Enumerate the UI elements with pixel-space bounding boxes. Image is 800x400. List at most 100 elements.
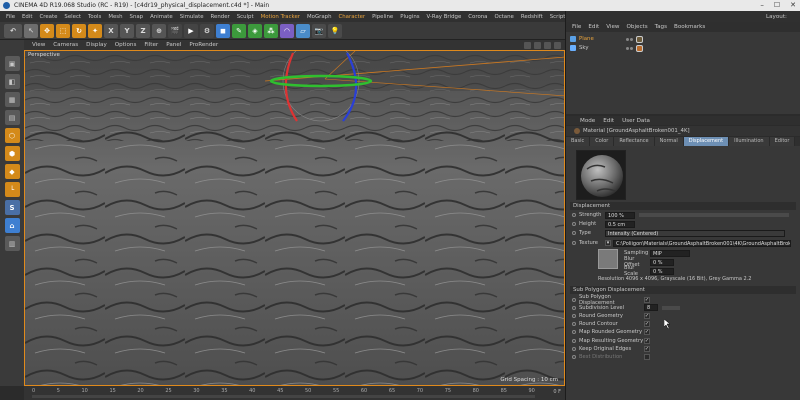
checkbox[interactable]: ✓ xyxy=(644,329,650,336)
array-icon[interactable]: ⁂ xyxy=(264,23,278,38)
viewport-menu-view[interactable]: View xyxy=(32,42,45,48)
sampling-dropdown[interactable]: MIP xyxy=(650,249,690,257)
tab-normal[interactable]: Normal xyxy=(654,137,684,146)
height-field[interactable]: Height 0.5 cm xyxy=(572,220,635,228)
render-settings-icon[interactable]: ⚙ xyxy=(200,23,214,38)
workplane-lock-icon[interactable]: ⌂ xyxy=(4,218,20,233)
z-axis-lock-icon[interactable]: Z xyxy=(136,23,150,38)
subpoly-row-round-geometry[interactable]: Round Geometry ✓ xyxy=(572,312,650,319)
polygons-mode-icon[interactable]: ◆ xyxy=(4,164,20,179)
light-icon[interactable]: 💡 xyxy=(328,23,342,38)
blur-scale-value[interactable]: 0 % xyxy=(650,267,674,275)
tab-displacement[interactable]: Displacement xyxy=(683,137,730,146)
texture-menu-icon[interactable]: ▾ xyxy=(605,240,611,246)
menu-item-snap[interactable]: Snap xyxy=(130,14,144,20)
menu-item-mograph[interactable]: MoGraph xyxy=(307,14,331,20)
objmgr-menu-objects[interactable]: Objects xyxy=(627,24,648,30)
subpoly-row-map-rounded-geometry[interactable]: Map Rounded Geometry ✓ xyxy=(572,329,650,336)
viewport-menu-filter[interactable]: Filter xyxy=(144,42,158,48)
object-row-sky[interactable]: Sky xyxy=(570,44,643,52)
attr-menu-edit[interactable]: Edit xyxy=(603,118,614,124)
scale-tool-icon[interactable]: ⬚ xyxy=(56,23,70,38)
menu-item-edit[interactable]: Edit xyxy=(22,14,32,20)
menu-item-script[interactable]: Script xyxy=(550,14,566,20)
objmgr-menu-edit[interactable]: Edit xyxy=(588,24,599,30)
subpoly-row-sub-polygon-displacement[interactable]: Sub Polygon Displacement ✓ xyxy=(572,294,650,306)
camera-icon[interactable]: 📷 xyxy=(312,23,326,38)
checkbox[interactable]: ✓ xyxy=(644,312,650,319)
viewport-menu-cameras[interactable]: Cameras xyxy=(53,42,78,48)
subpoly-row-keep-original-edges[interactable]: Keep Original Edges ✓ xyxy=(572,345,650,352)
menu-item-octane[interactable]: Octane xyxy=(494,14,513,20)
subpoly-row-round-contour[interactable]: Round Contour ✓ xyxy=(572,321,650,328)
coordinate-system-icon[interactable]: ⊕ xyxy=(152,23,166,38)
menu-item-simulate[interactable]: Simulate xyxy=(180,14,204,20)
x-axis-lock-icon[interactable]: X xyxy=(104,23,118,38)
close-icon[interactable]: ✕ xyxy=(790,0,796,11)
strength-slider[interactable] xyxy=(639,213,789,217)
strength-field[interactable]: Strength 100 % xyxy=(572,211,789,219)
checkbox[interactable]: ✓ xyxy=(644,296,650,303)
tab-illumination[interactable]: Illumination xyxy=(729,137,770,146)
type-dropdown[interactable]: Intensity (Centered) xyxy=(605,229,785,237)
cube-primitive-icon[interactable]: ◼ xyxy=(216,23,230,38)
solo-icon[interactable]: ▥ xyxy=(4,236,20,251)
menu-item-corona[interactable]: Corona xyxy=(468,14,487,20)
texture-field[interactable]: Texture ▾ C:\Poliigon\Materials\GroundAs… xyxy=(572,239,791,247)
attr-menu-mode[interactable]: Mode xyxy=(580,118,595,124)
attr-menu-user-data[interactable]: User Data xyxy=(622,118,650,124)
render-picture-viewer-icon[interactable]: ▶ xyxy=(184,23,198,38)
menu-item-animate[interactable]: Animate xyxy=(150,14,173,20)
move-tool-icon[interactable]: ✥ xyxy=(40,23,54,38)
edges-mode-icon[interactable]: ⬢ xyxy=(4,146,20,161)
blur-scale-field[interactable]: Blur Scale 0 % xyxy=(624,265,674,277)
texture-path[interactable]: C:\Poliigon\Materials\GroundAsphaltBroke… xyxy=(613,239,791,247)
axis-mode-icon[interactable]: └ xyxy=(4,182,20,197)
deformer-icon[interactable]: ◠ xyxy=(280,23,294,38)
menu-item-render[interactable]: Render xyxy=(211,14,230,20)
object-row-plane[interactable]: Plane xyxy=(570,35,643,43)
menu-item-plugins[interactable]: Plugins xyxy=(400,14,419,20)
make-editable-icon[interactable]: ▣ xyxy=(4,56,20,71)
undo-icon[interactable]: ↶ xyxy=(4,23,22,38)
viewport-menu-display[interactable]: Display xyxy=(86,42,107,48)
texture-mode-icon[interactable]: ▦ xyxy=(4,92,20,107)
objmgr-menu-tags[interactable]: Tags xyxy=(655,24,667,30)
tab-editor[interactable]: Editor xyxy=(769,137,796,146)
subpoly-row-subdivision-level[interactable]: Subdivision Level 8 xyxy=(572,304,680,312)
viewport-menu-panel[interactable]: Panel xyxy=(166,42,181,48)
subdivision-surface-icon[interactable]: ◈ xyxy=(248,23,262,38)
objmgr-menu-file[interactable]: File xyxy=(572,24,581,30)
y-axis-lock-icon[interactable]: Y xyxy=(120,23,134,38)
menu-item-select[interactable]: Select xyxy=(64,14,81,20)
checkbox[interactable]: ✓ xyxy=(644,321,650,328)
viewport-menu-prorender[interactable]: ProRender xyxy=(189,42,218,48)
subpoly-row-map-resulting-geometry[interactable]: Map Resulting Geometry ✓ xyxy=(572,337,650,344)
checkbox[interactable]: ✓ xyxy=(644,337,650,344)
live-selection-icon[interactable]: ↖ xyxy=(24,23,38,38)
menu-item-sculpt[interactable]: Sculpt xyxy=(237,14,254,20)
menu-item-file[interactable]: File xyxy=(6,14,15,20)
menu-item-pipeline[interactable]: Pipeline xyxy=(372,14,393,20)
material-tag-icon[interactable] xyxy=(636,35,643,43)
recent-tools-icon[interactable]: ✦ xyxy=(88,23,102,38)
checkbox[interactable] xyxy=(644,353,650,360)
height-value[interactable]: 0.5 cm xyxy=(605,220,635,228)
tab-reflectance[interactable]: Reflectance xyxy=(614,137,655,146)
type-field[interactable]: Type Intensity (Centered) xyxy=(572,229,785,237)
tab-basic[interactable]: Basic xyxy=(566,137,591,146)
floor-icon[interactable]: ▱ xyxy=(296,23,310,38)
objmgr-menu-view[interactable]: View xyxy=(606,24,619,30)
checkbox[interactable]: ✓ xyxy=(644,345,650,352)
menu-item-redshift[interactable]: Redshift xyxy=(521,14,543,20)
menu-item-tools[interactable]: Tools xyxy=(88,14,101,20)
menu-item-create[interactable]: Create xyxy=(39,14,57,20)
menu-item-mesh[interactable]: Mesh xyxy=(108,14,122,20)
strength-value[interactable]: 100 % xyxy=(605,211,635,219)
snap-icon[interactable]: S xyxy=(4,200,20,215)
menu-item-character[interactable]: Character xyxy=(339,14,366,20)
blur-offset-value[interactable]: 0 % xyxy=(650,258,674,266)
points-mode-icon[interactable]: ⬡ xyxy=(4,128,20,143)
spline-pen-icon[interactable]: ✎ xyxy=(232,23,246,38)
objmgr-menu-bookmarks[interactable]: Bookmarks xyxy=(674,24,705,30)
